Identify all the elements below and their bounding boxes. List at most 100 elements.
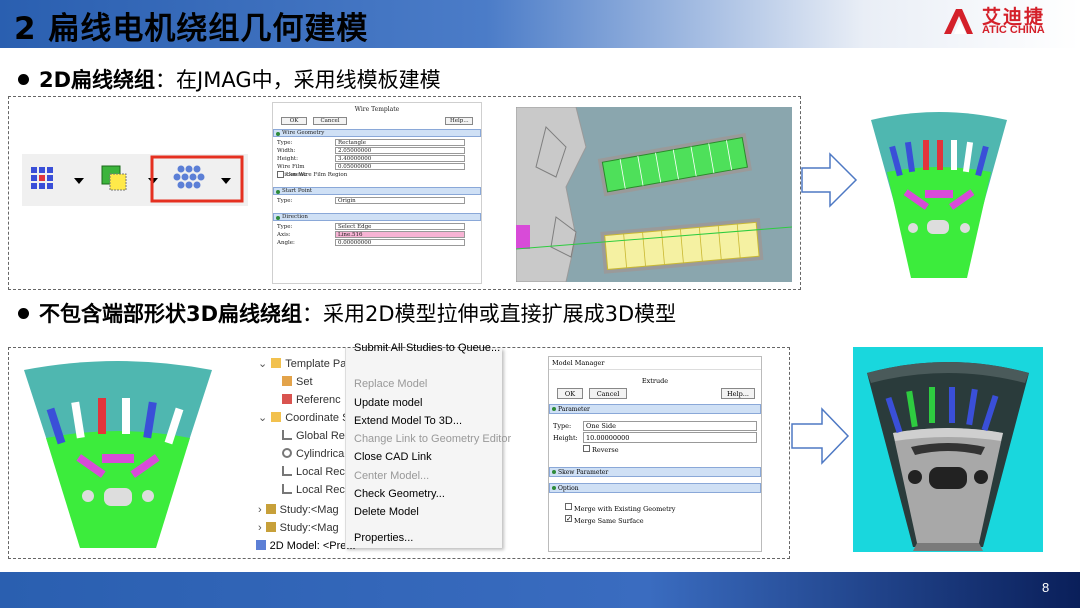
cylindrical-icon bbox=[282, 448, 292, 459]
motor-2d-section-top bbox=[871, 112, 1007, 278]
menu-check-geometry[interactable]: Check Geometry... bbox=[354, 488, 445, 500]
start-type-select[interactable]: Origin bbox=[335, 197, 465, 204]
type-select[interactable]: Rectangle bbox=[335, 139, 465, 146]
tree-item-template[interactable]: ⌄ Template Pa bbox=[258, 356, 346, 372]
set-icon bbox=[282, 376, 292, 387]
menu-properties[interactable]: Properties... bbox=[354, 532, 413, 544]
footer-bar bbox=[0, 572, 1080, 608]
cancel-button[interactable]: Cancel bbox=[313, 117, 347, 125]
help-button[interactable]: Help... bbox=[721, 388, 755, 399]
bullet-2d-winding: 2D扁线绕组：在JMAG中，采用线模板建模 bbox=[18, 64, 441, 94]
bullet-3d-winding: 不包含端部形状3D扁线绕组：采用2D模型拉伸或直接扩展成3D模型 bbox=[18, 298, 676, 328]
axis-label: Axis: bbox=[277, 232, 291, 238]
height-field[interactable]: 3.40000000 bbox=[335, 155, 465, 162]
section-wire-geometry[interactable]: Wire Geometry bbox=[273, 129, 481, 137]
axis-field[interactable]: Line.516 bbox=[335, 231, 465, 238]
menu-update-model[interactable]: Update model bbox=[354, 397, 423, 409]
tree-item-cylindrical[interactable]: Cylindrica bbox=[282, 446, 344, 462]
section-direction[interactable]: Direction bbox=[273, 213, 481, 221]
dialog-title: Model Manager bbox=[549, 357, 761, 370]
width-label: Width: bbox=[277, 148, 296, 154]
dir-type-label: Type: bbox=[277, 224, 293, 230]
section-skew[interactable]: Skew Parameter bbox=[549, 467, 761, 477]
menu-replace-model[interactable]: Replace Model bbox=[354, 378, 427, 390]
model-manager-dialog: Model Manager Extrude OK Cancel Help... … bbox=[548, 356, 762, 552]
motor-3d-model bbox=[853, 347, 1043, 552]
help-button[interactable]: Help... bbox=[445, 117, 473, 125]
axis-icon bbox=[282, 430, 292, 441]
motor-2d-section-bottom bbox=[24, 361, 212, 548]
study-icon bbox=[265, 522, 276, 533]
tree-item-global[interactable]: Global Re bbox=[282, 428, 345, 444]
section-start-point[interactable]: Start Point bbox=[273, 187, 481, 195]
cancel-button[interactable]: Cancel bbox=[589, 388, 627, 399]
type-label: Type: bbox=[277, 140, 293, 146]
right-arrow-icon bbox=[791, 407, 850, 465]
bullet-bold: 不包含端部形状3D扁线绕组 bbox=[39, 302, 303, 326]
boolean-square-icon bbox=[101, 165, 127, 191]
slot-cad-view bbox=[516, 107, 792, 282]
dropdown-arrow-icon bbox=[74, 178, 84, 184]
bullet-text: ：在JMAG中，采用线模板建模 bbox=[155, 68, 441, 92]
context-menu: Submit All Studies to Queue... Replace M… bbox=[345, 342, 511, 548]
type-select[interactable]: One Side bbox=[583, 421, 757, 431]
angle-label: Angle: bbox=[277, 240, 295, 246]
type-label: Type: bbox=[553, 422, 572, 430]
tree-item-2d-model[interactable]: ›2D Model: <Pre... bbox=[252, 538, 356, 553]
film-field[interactable]: 0.05000000 bbox=[335, 163, 465, 170]
section-parameter[interactable]: Parameter bbox=[549, 404, 761, 414]
tree-item-coordinate[interactable]: ⌄ Coordinate S bbox=[258, 410, 349, 426]
menu-change-link[interactable]: Change Link to Geometry Editor bbox=[354, 433, 511, 445]
study-icon bbox=[265, 504, 276, 515]
height-label: Height: bbox=[277, 156, 298, 162]
menu-submit-all[interactable]: Submit All Studies to Queue... bbox=[354, 342, 500, 354]
reference-icon bbox=[282, 394, 292, 405]
menu-extend-3d[interactable]: Extend Model To 3D... bbox=[354, 415, 462, 427]
merge-same-checkbox[interactable] bbox=[565, 513, 572, 525]
angle-field[interactable]: 0.00000000 bbox=[335, 239, 465, 246]
page-title: 2 扁线电机绕组几何建模 bbox=[14, 11, 369, 47]
toolbar-strip bbox=[22, 154, 248, 206]
folder-icon bbox=[271, 412, 282, 423]
width-field[interactable]: 2.05000000 bbox=[335, 147, 465, 154]
tree-item-set[interactable]: Set bbox=[282, 374, 313, 390]
film-label: Wire Film Thickness: bbox=[277, 164, 307, 178]
merge-same-label: Merge Same Surface bbox=[574, 517, 644, 525]
right-arrow-icon bbox=[801, 152, 858, 208]
bullet-dot-icon bbox=[18, 73, 29, 85]
bullet-text: ：采用2D模型拉伸或直接扩展成3D模型 bbox=[302, 302, 677, 326]
axis-icon bbox=[282, 466, 292, 477]
menu-delete-model[interactable]: Delete Model bbox=[354, 506, 419, 518]
wire-template-dialog: Wire Template OK Cancel Help... Wire Geo… bbox=[272, 102, 482, 284]
menu-close-cad[interactable]: Close CAD Link bbox=[354, 451, 432, 463]
model-icon bbox=[255, 540, 266, 551]
reverse-label: Reverse bbox=[592, 446, 619, 454]
page-number: 8 bbox=[1042, 580, 1050, 595]
section-option[interactable]: Option bbox=[549, 483, 761, 493]
merge-existing-checkbox[interactable] bbox=[565, 503, 572, 510]
menu-center-model[interactable]: Center Model... bbox=[354, 470, 429, 482]
axis-icon bbox=[282, 484, 292, 495]
expand-chevron-icon[interactable]: ⌄ bbox=[258, 412, 267, 424]
folder-icon bbox=[271, 358, 282, 369]
tree-item-reference[interactable]: Referenc bbox=[282, 392, 341, 408]
expand-chevron-icon[interactable]: › bbox=[258, 522, 262, 534]
tree-item-local-2[interactable]: Local Rec bbox=[282, 482, 345, 498]
ok-button[interactable]: OK bbox=[281, 117, 307, 125]
dir-type-select[interactable]: Select Edge bbox=[335, 223, 465, 230]
height-field[interactable]: 10.00000000 bbox=[583, 432, 757, 443]
use-region-label: Use Wire Film Region bbox=[286, 172, 348, 178]
ok-button[interactable]: OK bbox=[557, 388, 583, 399]
tree-item-study-1[interactable]: › Study:<Mag bbox=[258, 502, 339, 518]
reverse-checkbox[interactable] bbox=[583, 445, 590, 452]
tree-item-study-2[interactable]: › Study:<Mag bbox=[258, 520, 339, 536]
wire-template-icon bbox=[173, 165, 205, 189]
tree-item-local-1[interactable]: Local Rec bbox=[282, 464, 345, 480]
expand-chevron-icon[interactable]: › bbox=[258, 504, 262, 516]
dialog-title: Wire Template bbox=[354, 106, 400, 113]
bullet-dot-icon bbox=[18, 307, 29, 319]
grid-dots-icon bbox=[31, 167, 53, 189]
start-type-label: Type: bbox=[277, 198, 293, 204]
expand-chevron-icon[interactable]: ⌄ bbox=[258, 358, 267, 370]
use-region-checkbox[interactable] bbox=[277, 171, 284, 178]
